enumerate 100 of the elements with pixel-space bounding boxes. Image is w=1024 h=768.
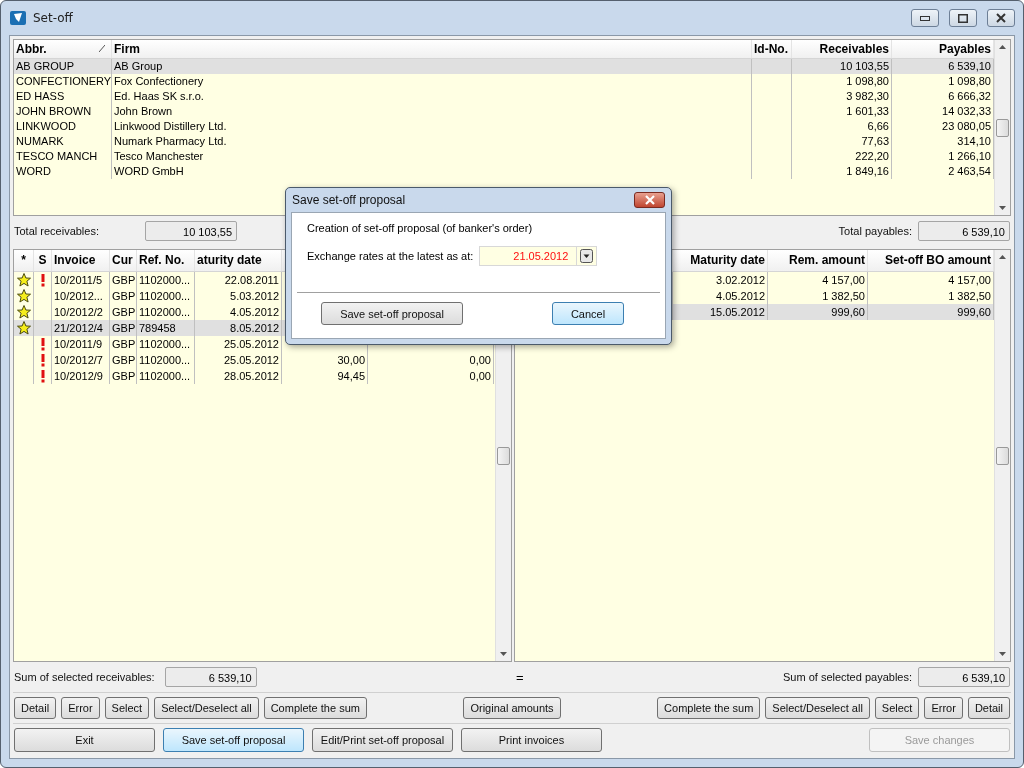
action-button[interactable]: Print invoices <box>461 728 602 752</box>
column-header[interactable]: Firm <box>112 40 752 58</box>
scroll-bar[interactable] <box>994 40 1010 215</box>
action-button: Save changes <box>869 728 1010 752</box>
table-cell: 4 157,00 <box>768 272 868 288</box>
table-cell: CONFECTIONERY <box>14 74 112 89</box>
scroll-thumb[interactable] <box>996 446 1009 465</box>
table-cell: 10 103,55 <box>792 59 892 74</box>
column-header[interactable]: Cur <box>110 250 137 271</box>
table-cell: Tesco Manchester <box>112 149 752 164</box>
table-cell: 5.03.2012 <box>195 288 282 304</box>
table-row[interactable]: 10/2012/7 GBP 1102000... 25.05.2012 30,00 0,00 <box>14 352 495 368</box>
table-cell: 1 849,16 <box>792 164 892 179</box>
table-cell: 77,63 <box>792 134 892 149</box>
action-button[interactable]: Complete the sum <box>657 697 761 719</box>
table-cell: 1102000... <box>137 288 195 304</box>
table-cell: 8.05.2012 <box>195 320 282 336</box>
table-cell: GBP <box>110 336 137 352</box>
table-cell: 222,20 <box>792 149 892 164</box>
close-icon <box>996 13 1006 23</box>
table-cell: 1102000... <box>137 272 195 288</box>
column-header[interactable]: S <box>34 250 52 271</box>
field-label: Total payables: <box>838 225 912 237</box>
maximize-button[interactable] <box>949 9 977 27</box>
action-button[interactable]: Select/Deselect all <box>765 697 870 719</box>
scroll-down-icon[interactable] <box>999 652 1006 656</box>
value-field: 6 539,10 <box>918 667 1010 687</box>
column-header[interactable]: Invoice <box>52 250 110 271</box>
table-cell: AB Group <box>112 59 752 74</box>
action-button[interactable]: Select <box>104 697 150 719</box>
action-button[interactable]: Original amounts <box>463 697 561 719</box>
field-label: Exchange rates at the latest as at: <box>307 250 474 262</box>
action-button[interactable]: Edit/Print set-off proposal <box>312 728 453 752</box>
table-cell: GBP <box>110 352 137 368</box>
table-cell: 3.02.2012 <box>673 272 768 288</box>
table-cell: LINKWOOD <box>14 119 112 134</box>
table-cell: 21/2012/4 <box>52 320 110 336</box>
scroll-thumb[interactable] <box>996 118 1009 137</box>
table-cell: 1102000... <box>137 368 195 384</box>
table-cell: JOHN BROWN <box>14 104 112 119</box>
table-cell: GBP <box>110 272 137 288</box>
close-icon <box>642 195 657 205</box>
table-cell: 789458 <box>137 320 195 336</box>
field-label: Total receivables: <box>14 225 99 237</box>
table-cell: Numark Pharmacy Ltd. <box>112 134 752 149</box>
column-header[interactable]: Rem. amount <box>768 250 868 271</box>
table-cell: 1102000... <box>137 336 195 352</box>
action-button[interactable]: Save set-off proposal <box>163 728 304 752</box>
minimize-icon <box>920 15 930 21</box>
table-cell: 30,00 <box>282 352 368 368</box>
column-header[interactable]: aturity date <box>195 250 282 271</box>
table-cell: ED HASS <box>14 89 112 104</box>
table-cell: 3 982,30 <box>792 89 892 104</box>
table-cell: GBP <box>110 288 137 304</box>
column-header[interactable]: Receivables <box>792 40 892 58</box>
table-cell: 94,45 <box>282 368 368 384</box>
value-field: 6 539,10 <box>918 221 1010 241</box>
action-button[interactable]: Select/Deselect all <box>154 697 259 719</box>
dialog-text: Creation of set-off proposal (of banker's order) <box>307 222 534 234</box>
column-header[interactable]: Ref. No. <box>137 250 195 271</box>
scroll-up-icon[interactable] <box>999 255 1006 259</box>
action-button[interactable]: Error <box>61 697 100 719</box>
window-title: Set-off <box>33 11 73 25</box>
table-cell: TESCO MANCH <box>14 149 112 164</box>
sort-icon <box>99 45 105 52</box>
table-cell: GBP <box>110 368 137 384</box>
action-button[interactable]: Exit <box>14 728 155 752</box>
table-cell: WORD GmbH <box>112 164 752 179</box>
close-button[interactable] <box>987 9 1015 27</box>
table-cell: 28.05.2012 <box>195 368 282 384</box>
scroll-up-icon[interactable] <box>999 45 1006 49</box>
table-cell: AB GROUP <box>14 59 112 74</box>
action-button[interactable]: Error <box>924 697 963 719</box>
scroll-bar[interactable] <box>994 250 1010 661</box>
dialog-button[interactable]: Save set-off proposal <box>321 302 463 325</box>
column-header[interactable]: Maturity date <box>673 250 768 271</box>
action-button[interactable]: Detail <box>14 697 57 719</box>
action-button[interactable]: Detail <box>967 697 1010 719</box>
scroll-thumb[interactable] <box>497 446 510 465</box>
table-row[interactable]: AB GROUP AB Group 10 103,55 6 539,10 <box>14 59 994 74</box>
minimize-button[interactable] <box>911 9 939 27</box>
value-field: 10 103,55 <box>145 221 237 241</box>
close-button[interactable] <box>634 192 665 208</box>
dialog-button[interactable]: Cancel <box>552 302 624 325</box>
scroll-down-icon[interactable] <box>500 652 507 656</box>
table-cell: GBP <box>110 320 137 336</box>
column-header[interactable]: Id-No. <box>752 40 792 58</box>
table-cell: John Brown <box>112 104 752 119</box>
column-header[interactable]: * <box>14 250 34 271</box>
action-button[interactable]: Select <box>874 697 920 719</box>
scroll-down-icon[interactable] <box>999 206 1006 210</box>
table-row[interactable]: 10/2012/9 GBP 1102000... 28.05.2012 94,45 0,00 <box>14 368 495 384</box>
field-label: Sum of selected receivables: <box>14 671 155 683</box>
table-cell: 10/2012/7 <box>52 352 110 368</box>
dialog-title: Save set-off proposal <box>292 193 406 207</box>
maximize-icon <box>958 13 968 23</box>
date-field[interactable]: 21.05.2012 <box>479 246 598 266</box>
table-cell: 10/2012... <box>52 288 110 304</box>
action-button[interactable]: Complete the sum <box>263 697 367 719</box>
column-header[interactable]: Abbr. <box>14 40 112 58</box>
